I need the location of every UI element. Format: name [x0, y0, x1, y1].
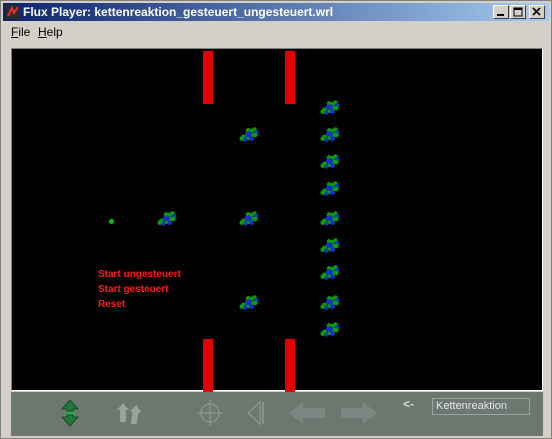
nucleus-molecule — [320, 322, 340, 337]
nucleus-molecule — [320, 100, 340, 115]
walk-button[interactable] — [55, 398, 85, 428]
barrier-top-right — [285, 51, 295, 104]
navigation-toolbar: <- Kettenreaktion — [11, 392, 543, 436]
viewpoint-selector[interactable]: Kettenreaktion — [432, 398, 530, 415]
barrier-top-left — [203, 51, 213, 104]
barrier-bottom-right — [285, 339, 295, 392]
walk-icon — [61, 399, 79, 427]
title-bar[interactable]: Flux Player: kettenreaktion_gesteuert_un… — [3, 3, 549, 21]
rotate-button[interactable] — [114, 398, 144, 428]
nucleus-molecule — [320, 295, 340, 310]
nucleus-molecule — [320, 265, 340, 280]
menu-file[interactable]: File — [11, 25, 30, 39]
study-button[interactable] — [195, 398, 225, 428]
app-logo-icon — [6, 5, 20, 19]
nucleus-molecule — [320, 238, 340, 253]
nucleus-molecule — [239, 211, 259, 226]
arrow-right-icon — [341, 402, 377, 424]
rotate-icon — [117, 403, 142, 425]
viewpoint-prev-label[interactable]: <- — [403, 397, 414, 411]
scene-controls: Start ungesteuert Start gesteuert Reset — [98, 267, 181, 312]
maximize-icon — [513, 7, 523, 17]
start-controlled-link[interactable]: Start gesteuert — [98, 282, 181, 297]
barrier-bottom-left — [203, 339, 213, 392]
close-icon — [532, 7, 541, 16]
restore-view-button[interactable] — [242, 398, 272, 428]
nucleus-molecule — [239, 295, 259, 310]
nucleus-molecule — [157, 211, 177, 226]
restore-view-icon — [246, 400, 264, 426]
nucleus-molecule — [320, 154, 340, 169]
minimize-icon — [497, 14, 504, 16]
maximize-button[interactable] — [510, 5, 526, 19]
start-uncontrolled-link[interactable]: Start ungesteuert — [98, 267, 181, 282]
3d-viewport[interactable]: Start ungesteuert Start gesteuert Reset — [11, 48, 543, 392]
app-window: Flux Player: kettenreaktion_gesteuert_un… — [0, 0, 552, 439]
next-view-button[interactable] — [339, 398, 379, 428]
nucleus-molecule — [239, 127, 259, 142]
arrow-left-icon — [289, 402, 325, 424]
reset-link[interactable]: Reset — [98, 297, 181, 312]
nucleus-molecule — [320, 127, 340, 142]
close-button[interactable] — [529, 5, 545, 19]
crosshair-icon — [197, 400, 223, 426]
nucleus-molecule — [320, 211, 340, 226]
minimize-button[interactable] — [493, 5, 509, 19]
neutron-particle — [109, 219, 114, 224]
nucleus-molecule — [320, 181, 340, 196]
previous-view-button[interactable] — [287, 398, 327, 428]
menu-bar: File Help — [3, 22, 549, 42]
menu-help[interactable]: Help — [38, 25, 63, 39]
window-title: Flux Player: kettenreaktion_gesteuert_un… — [23, 5, 334, 19]
